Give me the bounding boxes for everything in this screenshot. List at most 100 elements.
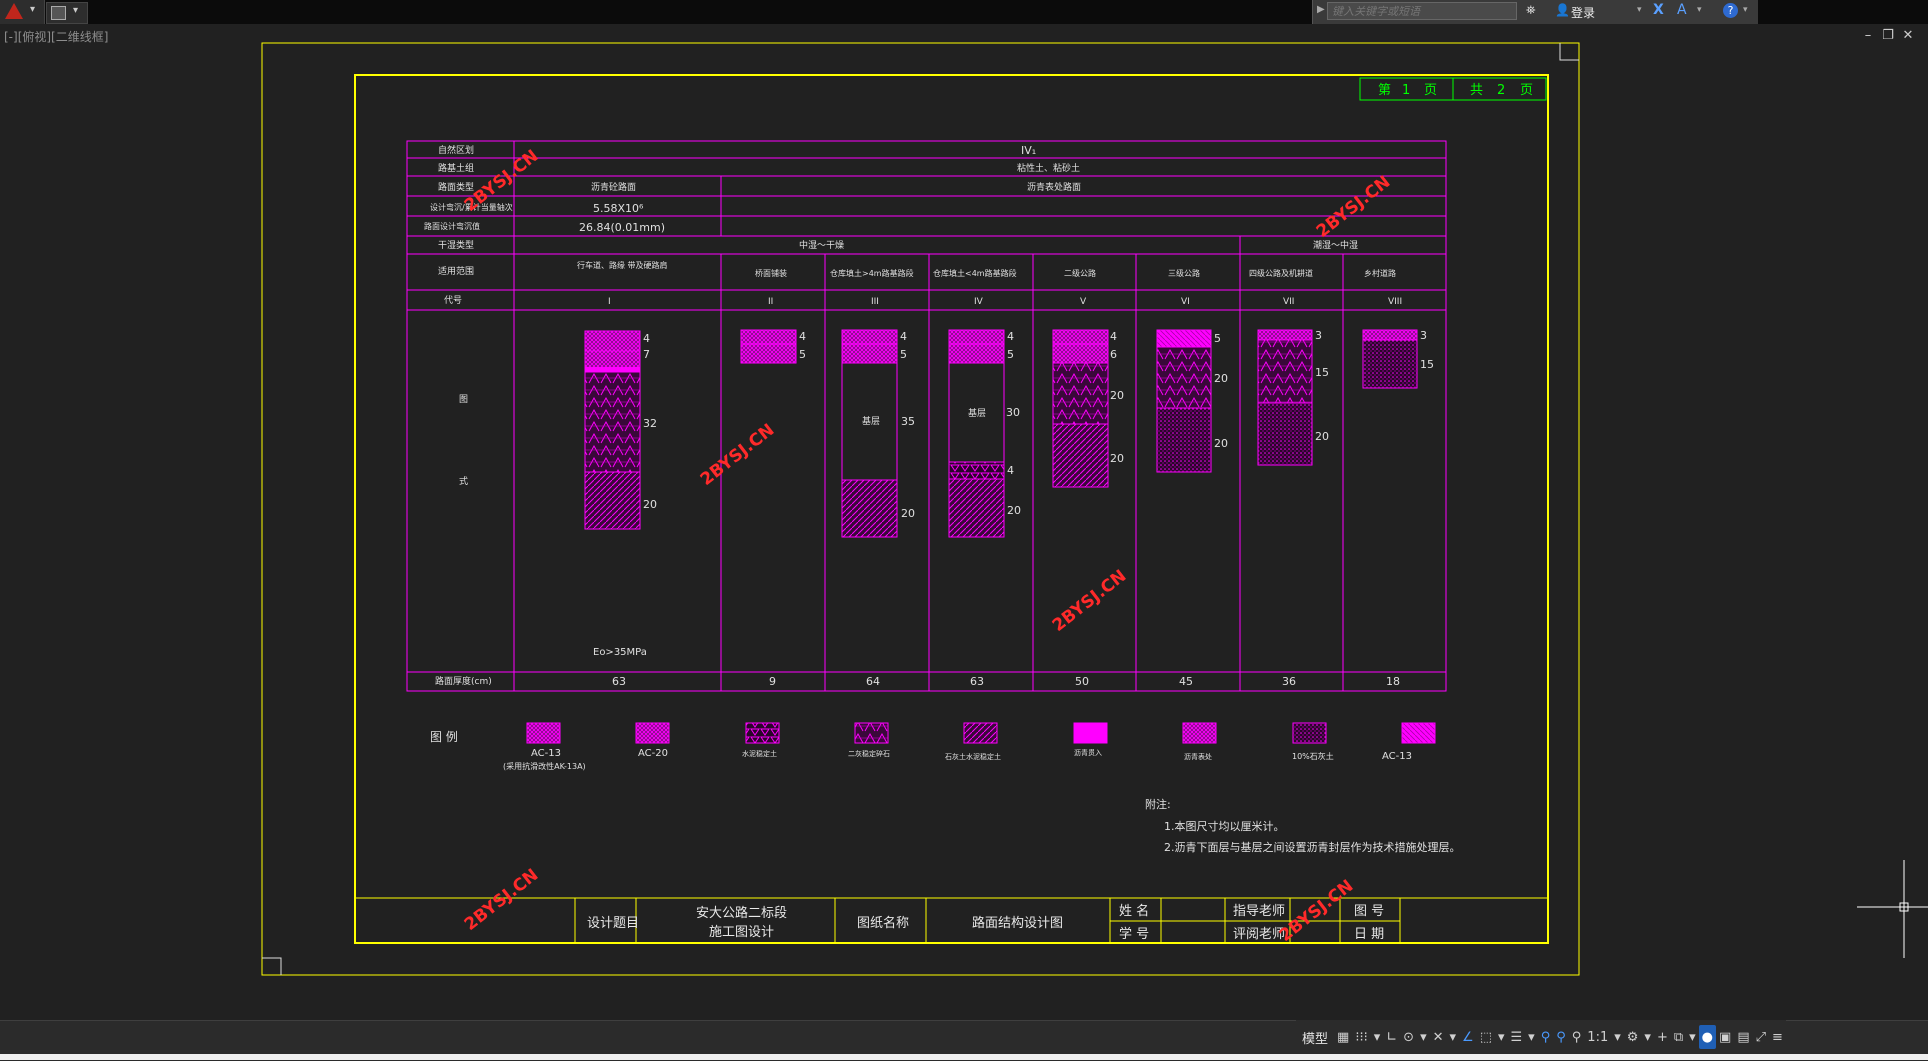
code-cell: VIII <box>1388 297 1402 307</box>
chevron-down-icon[interactable]: ▾ <box>1447 1025 1460 1049</box>
layer-thickness: 5 <box>1007 348 1014 361</box>
code-cell: V <box>1080 297 1087 307</box>
watermark: 2BYSJ.CN <box>697 420 779 490</box>
isodraft-icon[interactable]: ✕ <box>1430 1025 1447 1049</box>
row-labels: 自然区划 路基土组 路面类型 设计弯沉/累计当量轴次 路面设计弯沉值 干湿类型 … <box>424 144 513 687</box>
chevron-down-icon[interactable]: ▾ <box>1417 1025 1430 1049</box>
dynamic-ucs-icon[interactable]: ∠ <box>1459 1025 1477 1049</box>
auto-scale-icon[interactable]: ⚲ <box>1553 1025 1569 1049</box>
pavement-type-2: 沥青表处路面 <box>1027 181 1081 193</box>
notes: 附注: 1.本图尺寸均以厘米计。 2.沥青下面层与基层之间设置沥青封层作为技术措… <box>1145 797 1461 854</box>
scope-cell: 乡村道路 <box>1364 268 1396 278</box>
legend-label: 石灰土水泥稳定土 <box>945 752 1001 761</box>
design-topic-value: 安大公路二标段 <box>696 905 787 921</box>
row-label: 干湿类型 <box>438 239 474 251</box>
clean-screen-icon[interactable]: ▤ <box>1734 1025 1752 1049</box>
legend-title: 图 例 <box>430 730 458 744</box>
layer-thickness: 5 <box>1214 332 1221 345</box>
legend-swatch <box>854 722 889 744</box>
fullscreen-icon[interactable]: ⤢ <box>1753 1025 1769 1049</box>
row-label: 图 <box>459 394 468 405</box>
legend-swatch <box>963 722 998 744</box>
plus-icon[interactable]: + <box>1654 1025 1671 1049</box>
layer-thickness: 20 <box>1007 504 1021 517</box>
pavement-column-3: 基层 4 5 35 20 <box>841 329 915 538</box>
legend-swatch <box>635 722 670 744</box>
legend-label: 二灰稳定碎石 <box>848 749 890 758</box>
lineweight-icon[interactable]: ☰ <box>1508 1025 1526 1049</box>
advisor-label: 指导老师 <box>1233 904 1285 919</box>
legend-swatch <box>745 722 780 744</box>
osnap-icon[interactable]: ⬚ <box>1477 1025 1495 1049</box>
layer-thickness: 7 <box>643 348 650 361</box>
legend: 图 例 AC-13 (采用抗滑改性AK-13A) AC-20 水泥稳定土 二灰稳… <box>430 722 1436 771</box>
chevron-down-icon[interactable]: ▾ <box>1495 1025 1508 1049</box>
layer-thickness: 15 <box>1420 358 1434 371</box>
layer-thickness: 20 <box>901 507 915 520</box>
row-label: 式 <box>459 475 468 487</box>
scope-cell: 二级公路 <box>1064 268 1096 278</box>
polar-icon[interactable]: ⊙ <box>1400 1025 1417 1049</box>
chevron-down-icon[interactable]: ▾ <box>1371 1025 1384 1049</box>
code-cell: IV <box>974 297 984 307</box>
layer-thickness: 4 <box>900 330 907 343</box>
row-label: 代号 <box>444 295 462 306</box>
dry-wet-1: 中湿～干燥 <box>799 239 844 251</box>
grid-icon[interactable]: ▦ <box>1334 1025 1352 1049</box>
layer-thickness: 4 <box>1007 464 1014 477</box>
scope-cell: 四级公路及机耕道 <box>1249 268 1313 278</box>
legend-swatch <box>526 722 561 744</box>
layer-thickness: 30 <box>1006 406 1020 419</box>
chevron-down-icon[interactable]: ▾ <box>1686 1025 1699 1049</box>
layer-thickness: 6 <box>1110 348 1117 361</box>
hardware-acceleration-icon[interactable]: ▣ <box>1716 1025 1734 1049</box>
ortho-icon[interactable]: ∟ <box>1383 1025 1400 1049</box>
scope-cell: 仓库填土>4m路基路段 <box>830 268 914 278</box>
pavement-column-8: 3 15 <box>1362 329 1434 389</box>
notes-title: 附注: <box>1145 797 1171 811</box>
code-cell: III <box>871 297 879 307</box>
drawing-name-label: 图纸名称 <box>857 915 909 931</box>
isolate-objects-icon[interactable]: ● <box>1698 1025 1717 1049</box>
total-cell: 64 <box>866 675 880 688</box>
layer-thickness: 20 <box>1110 452 1124 465</box>
layer-thickness: 15 <box>1315 366 1329 379</box>
eo-label: Eo>35MPa <box>593 647 647 658</box>
layer-thickness: 35 <box>901 415 915 428</box>
row-label: 自然区划 <box>438 144 474 156</box>
annotation-scale-icon[interactable]: ⚲ <box>1569 1025 1585 1049</box>
drawing-no-label: 图 号 <box>1354 904 1384 919</box>
row-label: 路面设计弯沉值 <box>424 221 480 231</box>
snap-icon[interactable]: ⁝⁝⁝ <box>1352 1025 1370 1049</box>
scale-label[interactable]: 1:1 <box>1584 1025 1611 1049</box>
pavement-column-6: 5 20 20 <box>1156 329 1228 473</box>
chevron-down-icon[interactable]: ▾ <box>1641 1025 1654 1049</box>
layer-thickness: 20 <box>1214 437 1228 450</box>
layer-thickness: 4 <box>1110 330 1117 343</box>
layer-thickness: 3 <box>1420 329 1427 342</box>
natural-zone-value: IV₁ <box>1021 144 1036 157</box>
drawing-canvas[interactable]: 第 1 页 共 2 页 自然区划 路基土组 路面类型 设计弯沉/累计当量轴次 路 <box>0 0 1928 1020</box>
code-cell: VI <box>1181 297 1190 307</box>
annotation-visibility-icon[interactable]: ⚲ <box>1538 1025 1554 1049</box>
workspace-icon[interactable]: ⧉ <box>1671 1025 1686 1049</box>
base-label: 基层 <box>968 407 986 419</box>
chevron-down-icon[interactable]: ▾ <box>1611 1025 1624 1049</box>
legend-label: AC-13 <box>1382 751 1412 762</box>
scope-cell: 行车道、路缘 带及硬路肩 <box>577 260 668 270</box>
layer-thickness: 32 <box>643 417 657 430</box>
legend-swatch <box>1292 722 1327 744</box>
total-cell: 50 <box>1075 675 1089 688</box>
legend-swatch <box>1401 722 1436 744</box>
model-space-button[interactable]: 模型 <box>1296 1025 1334 1049</box>
pavement-column-7: 3 15 20 <box>1257 329 1329 466</box>
total-suffix: 页 <box>1520 83 1533 98</box>
title-block: 设计题目 安大公路二标段 施工图设计 图纸名称 路面结构设计图 姓 名 学 号 … <box>355 897 1548 943</box>
layer-thickness: 5 <box>799 348 806 361</box>
total-cell: 45 <box>1179 675 1193 688</box>
layer-thickness: 4 <box>1007 330 1014 343</box>
total-cell: 63 <box>612 675 626 688</box>
chevron-down-icon[interactable]: ▾ <box>1525 1025 1538 1049</box>
customization-menu-icon[interactable]: ≡ <box>1769 1025 1786 1049</box>
gear-icon[interactable]: ⚙ <box>1624 1025 1642 1049</box>
